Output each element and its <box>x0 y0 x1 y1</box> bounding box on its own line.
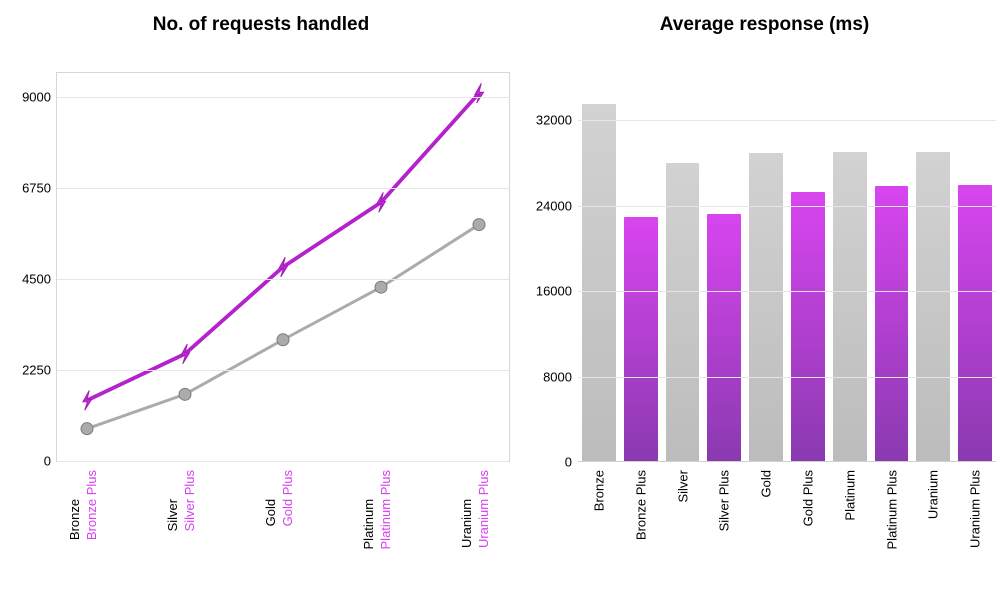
x-tick-label: Gold <box>759 470 774 497</box>
bar <box>791 192 825 461</box>
y-tick-label: 9000 <box>5 90 51 105</box>
x-tick-label-plus: Silver Plus <box>182 470 197 531</box>
bar <box>916 152 950 461</box>
y-tick-label: 32000 <box>522 113 572 128</box>
y-tick-label: 6750 <box>5 181 51 196</box>
x-tick-label: Uranium <box>926 470 941 519</box>
x-tick-label-base: Silver <box>165 470 180 531</box>
bar-chart-title: Average response (ms) <box>522 14 1007 42</box>
gridline <box>578 120 996 121</box>
line-chart-panel: No. of requests handled 0225045006750900… <box>0 0 522 603</box>
line-chart-svg <box>57 73 509 461</box>
y-tick-label: 16000 <box>522 284 572 299</box>
x-tick-label: Silver Plus <box>717 470 732 531</box>
y-tick-label: 8000 <box>522 369 572 384</box>
x-tick-label: Platinum Plus <box>884 470 899 549</box>
bar <box>875 186 909 461</box>
bolt-icon <box>475 83 484 103</box>
x-tick-label-plus: Platinum Plus <box>378 470 393 549</box>
x-tick-label-plus: Uranium Plus <box>476 470 491 548</box>
gridline <box>578 377 996 378</box>
x-tick-label: Uranium Plus <box>968 470 983 548</box>
bar <box>749 153 783 461</box>
x-tick-label: Silver <box>675 470 690 503</box>
x-tick-group: PlatinumPlatinum Plus <box>361 470 393 549</box>
line-series-base <box>87 225 479 429</box>
bolt-icon <box>181 344 190 364</box>
line-chart-x-axis: BronzeBronze Plus SilverSilver Plus GoldGo… <box>56 462 510 582</box>
charts-container: No. of requests handled 0225045006750900… <box>0 0 1007 603</box>
x-tick-group: SilverSilver Plus <box>165 470 197 531</box>
x-tick-label: Platinum <box>842 470 857 521</box>
gridline <box>57 188 509 189</box>
bolt-icon <box>279 257 288 277</box>
line-chart-plot-area: 02250450067509000 <box>56 72 510 462</box>
x-tick-group: GoldGold Plus <box>263 470 295 526</box>
x-tick-label-base: Gold <box>263 470 278 526</box>
x-tick-group: BronzeBronze Plus <box>67 470 99 540</box>
y-tick-label: 0 <box>522 455 572 470</box>
data-point-base <box>277 334 289 346</box>
data-point-base <box>473 219 485 231</box>
bar <box>958 185 992 461</box>
bar <box>582 104 616 461</box>
bar-chart-bars <box>578 72 996 461</box>
x-tick-label-base: Bronze <box>67 470 82 540</box>
x-tick-label: Bronze <box>591 470 606 511</box>
y-tick-label: 4500 <box>5 272 51 287</box>
bolt-icon <box>83 390 92 410</box>
x-tick-label-base: Uranium <box>459 470 474 548</box>
bar-chart-x-axis: Bronze Bronze Plus Silver Silver Plus Gold Go… <box>578 462 996 582</box>
x-tick-label-plus: Bronze Plus <box>84 470 99 540</box>
gridline <box>57 370 509 371</box>
y-tick-label: 24000 <box>522 198 572 213</box>
x-tick-label: Gold Plus <box>800 470 815 526</box>
data-point-base <box>81 423 93 435</box>
gridline <box>578 206 996 207</box>
x-tick-label: Bronze Plus <box>633 470 648 540</box>
data-point-base <box>375 281 387 293</box>
x-tick-label-plus: Gold Plus <box>280 470 295 526</box>
bar <box>707 214 741 461</box>
bolt-icon <box>377 192 386 212</box>
bar <box>833 152 867 461</box>
line-chart-title: No. of requests handled <box>0 14 522 42</box>
data-point-base <box>179 388 191 400</box>
bar-chart-panel: Average response (ms) 080001600024000320… <box>522 0 1007 603</box>
x-tick-group: UraniumUranium Plus <box>459 470 491 548</box>
x-tick-label-base: Platinum <box>361 470 376 549</box>
gridline <box>578 291 996 292</box>
line-series-plus <box>87 93 479 400</box>
gridline <box>57 97 509 98</box>
y-tick-label: 2250 <box>5 363 51 378</box>
bar <box>624 217 658 461</box>
bar-chart-plot-area: 08000160002400032000 <box>578 72 996 462</box>
y-tick-label: 0 <box>5 454 51 469</box>
bar <box>666 163 700 461</box>
gridline <box>57 279 509 280</box>
